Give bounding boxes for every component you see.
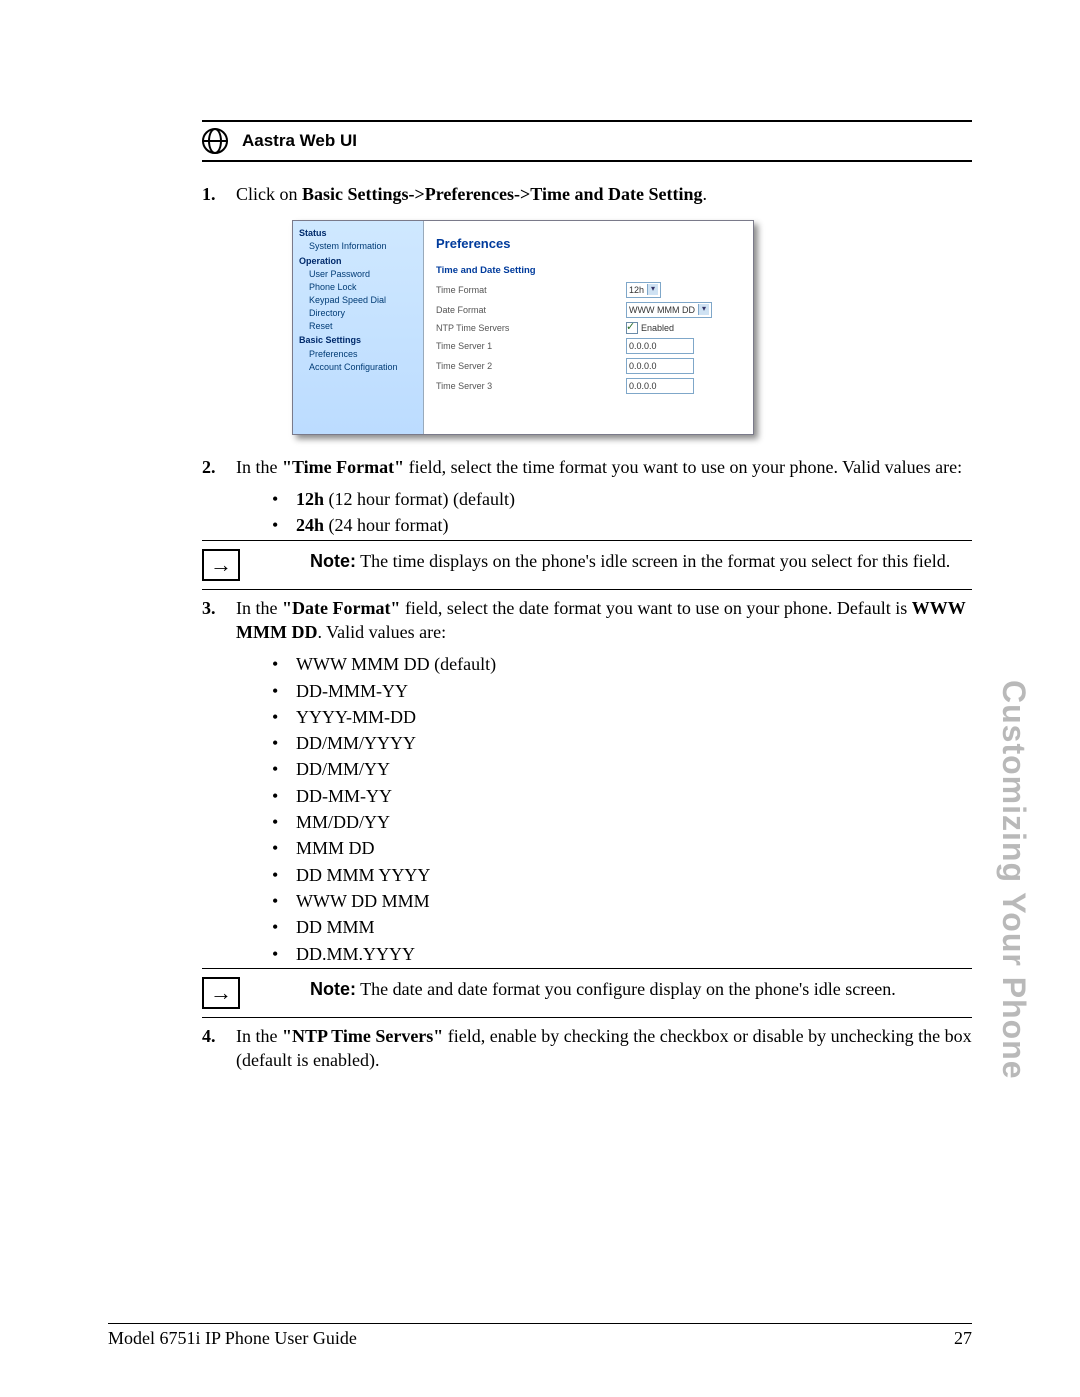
- nav-keypad-speed-dial[interactable]: Keypad Speed Dial: [299, 294, 417, 306]
- step-number: 4.: [108, 1024, 236, 1073]
- label-time-format: Time Format: [436, 284, 626, 296]
- select-time-format[interactable]: 12h▾: [626, 282, 661, 298]
- select-date-format[interactable]: WWW MMM DD▾: [626, 302, 712, 318]
- label-ntp-servers: NTP Time Servers: [436, 322, 626, 334]
- chevron-down-icon: ▾: [698, 304, 709, 315]
- webui-sidebar: Status System Information Operation User…: [293, 221, 424, 434]
- chevron-down-icon: ▾: [647, 284, 658, 295]
- webui-screenshot: Status System Information Operation User…: [292, 220, 754, 435]
- nav-account-config[interactable]: Account Configuration: [299, 361, 417, 373]
- note-time-format: Note: The time displays on the phone's i…: [310, 549, 972, 573]
- input-time-server-1[interactable]: 0.0.0.0: [626, 338, 694, 354]
- step-3-text: In the "Date Format" field, select the d…: [236, 596, 972, 968]
- arrow-right-icon: →: [202, 549, 240, 581]
- webui-panel-title: Preferences: [436, 235, 741, 253]
- chapter-tab: Customizing Your Phone: [995, 680, 1032, 1079]
- section-rule-bottom: [108, 160, 972, 162]
- input-time-server-3[interactable]: 0.0.0.0: [626, 378, 694, 394]
- step-number: 1.: [108, 182, 236, 435]
- nav-directory[interactable]: Directory: [299, 307, 417, 319]
- page-footer: Model 6751i IP Phone User Guide 27: [108, 1323, 972, 1349]
- checkbox-ntp-enabled[interactable]: Enabled: [626, 322, 674, 334]
- nav-reset[interactable]: Reset: [299, 320, 417, 332]
- label-time-server-1: Time Server 1: [436, 340, 626, 352]
- step-1-text: Click on Basic Settings->Preferences->Ti…: [236, 182, 972, 435]
- input-time-server-2[interactable]: 0.0.0.0: [626, 358, 694, 374]
- step-number: 3.: [108, 596, 236, 968]
- arrow-right-icon: →: [202, 977, 240, 1009]
- nav-phone-lock[interactable]: Phone Lock: [299, 281, 417, 293]
- step-4-text: In the "NTP Time Servers" field, enable …: [236, 1024, 972, 1073]
- globe-icon: [202, 128, 228, 154]
- page-number: 27: [954, 1328, 972, 1349]
- nav-preferences[interactable]: Preferences: [299, 348, 417, 360]
- nav-operation[interactable]: Operation: [299, 255, 417, 267]
- time-format-options: 12h (12 hour format) (default) 24h (24 h…: [236, 487, 972, 538]
- nav-basic-settings[interactable]: Basic Settings: [299, 334, 417, 346]
- label-time-server-2: Time Server 2: [436, 360, 626, 372]
- nav-user-password[interactable]: User Password: [299, 268, 417, 280]
- nav-system-info[interactable]: System Information: [299, 240, 417, 252]
- webui-group-title: Time and Date Setting: [436, 265, 741, 278]
- label-date-format: Date Format: [436, 304, 626, 316]
- nav-status[interactable]: Status: [299, 227, 417, 239]
- footer-title: Model 6751i IP Phone User Guide: [108, 1328, 357, 1349]
- date-format-options: WWW MMM DD (default) DD-MMM-YY YYYY-MM-D…: [236, 652, 972, 966]
- note-date-format: Note: The date and date format you confi…: [310, 977, 972, 1001]
- step-number: 2.: [108, 455, 236, 540]
- section-title: Aastra Web UI: [242, 131, 357, 151]
- label-time-server-3: Time Server 3: [436, 380, 626, 392]
- webui-main: Preferences Time and Date Setting Time F…: [424, 221, 753, 434]
- step-2-text: In the "Time Format" field, select the t…: [236, 455, 972, 540]
